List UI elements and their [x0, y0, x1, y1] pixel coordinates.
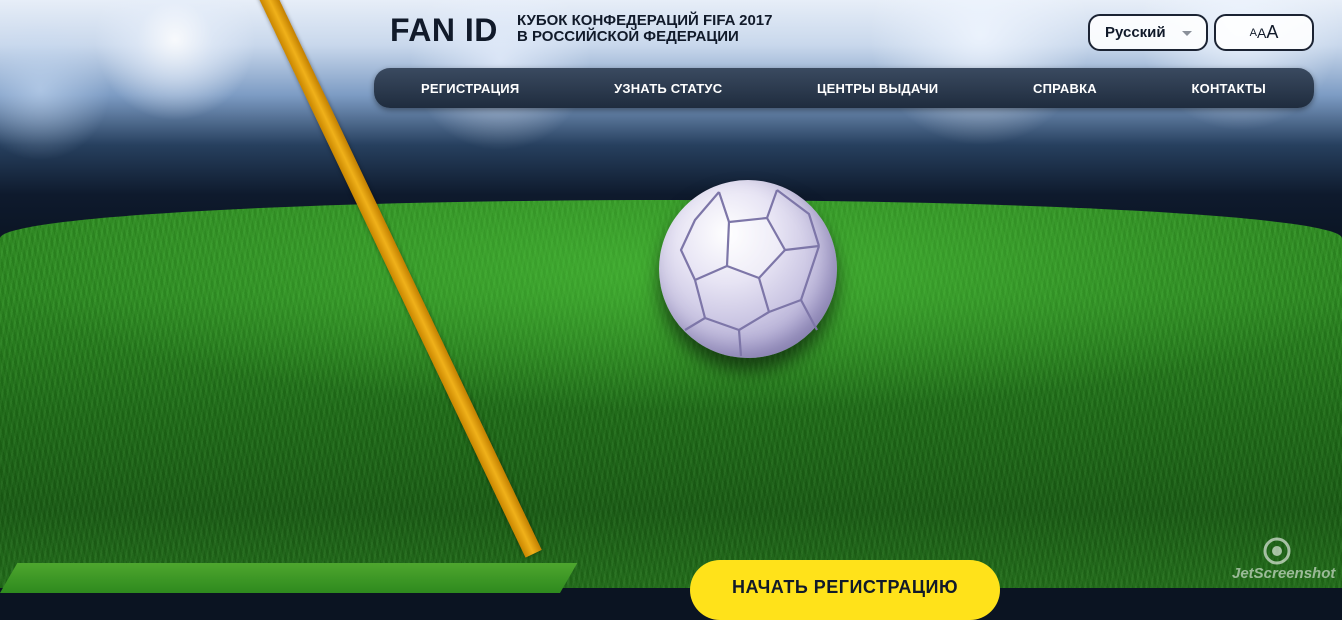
- start-registration-button[interactable]: НАЧАТЬ РЕГИСТРАЦИЮ: [690, 560, 1000, 620]
- language-selected-value: Русский: [1105, 24, 1166, 41]
- site-subtitle: КУБОК КОНФЕДЕРАЦИЙ FIFA 2017 В РОССИЙСКО…: [517, 13, 807, 45]
- font-size-large-button[interactable]: A: [1266, 22, 1278, 43]
- subtitle-line-1: КУБОК КОНФЕДЕРАЦИЙ FIFA 2017: [517, 12, 773, 29]
- watermark-text: JetScreenshot: [1232, 565, 1336, 582]
- nav-item-contacts[interactable]: КОНТАКТЫ: [1192, 81, 1266, 96]
- chevron-down-icon: [1182, 31, 1192, 36]
- camera-lens-icon: [1263, 537, 1291, 565]
- font-size-small-button[interactable]: A: [1250, 27, 1257, 39]
- soccer-ball-image: [659, 180, 837, 358]
- nav-item-check-status[interactable]: УЗНАТЬ СТАТУС: [614, 81, 722, 96]
- language-select[interactable]: Русский: [1088, 14, 1208, 51]
- font-size-switcher[interactable]: A A A: [1214, 14, 1314, 51]
- nav-item-help[interactable]: СПРАВКА: [1033, 81, 1097, 96]
- fan-id-logo[interactable]: FAN ID: [390, 12, 498, 49]
- main-navigation: РЕГИСТРАЦИЯ УЗНАТЬ СТАТУС ЦЕНТРЫ ВЫДАЧИ …: [374, 68, 1314, 108]
- font-size-medium-button[interactable]: A: [1257, 25, 1266, 41]
- subtitle-line-2: В РОССИЙСКОЙ ФЕДЕРАЦИИ: [517, 28, 739, 45]
- nav-item-issuing-centers[interactable]: ЦЕНТРЫ ВЫДАЧИ: [817, 81, 938, 96]
- jetscreenshot-watermark: JetScreenshot: [1232, 536, 1342, 588]
- nav-item-registration[interactable]: РЕГИСТРАЦИЯ: [421, 81, 519, 96]
- decorative-green-strip: [0, 563, 578, 593]
